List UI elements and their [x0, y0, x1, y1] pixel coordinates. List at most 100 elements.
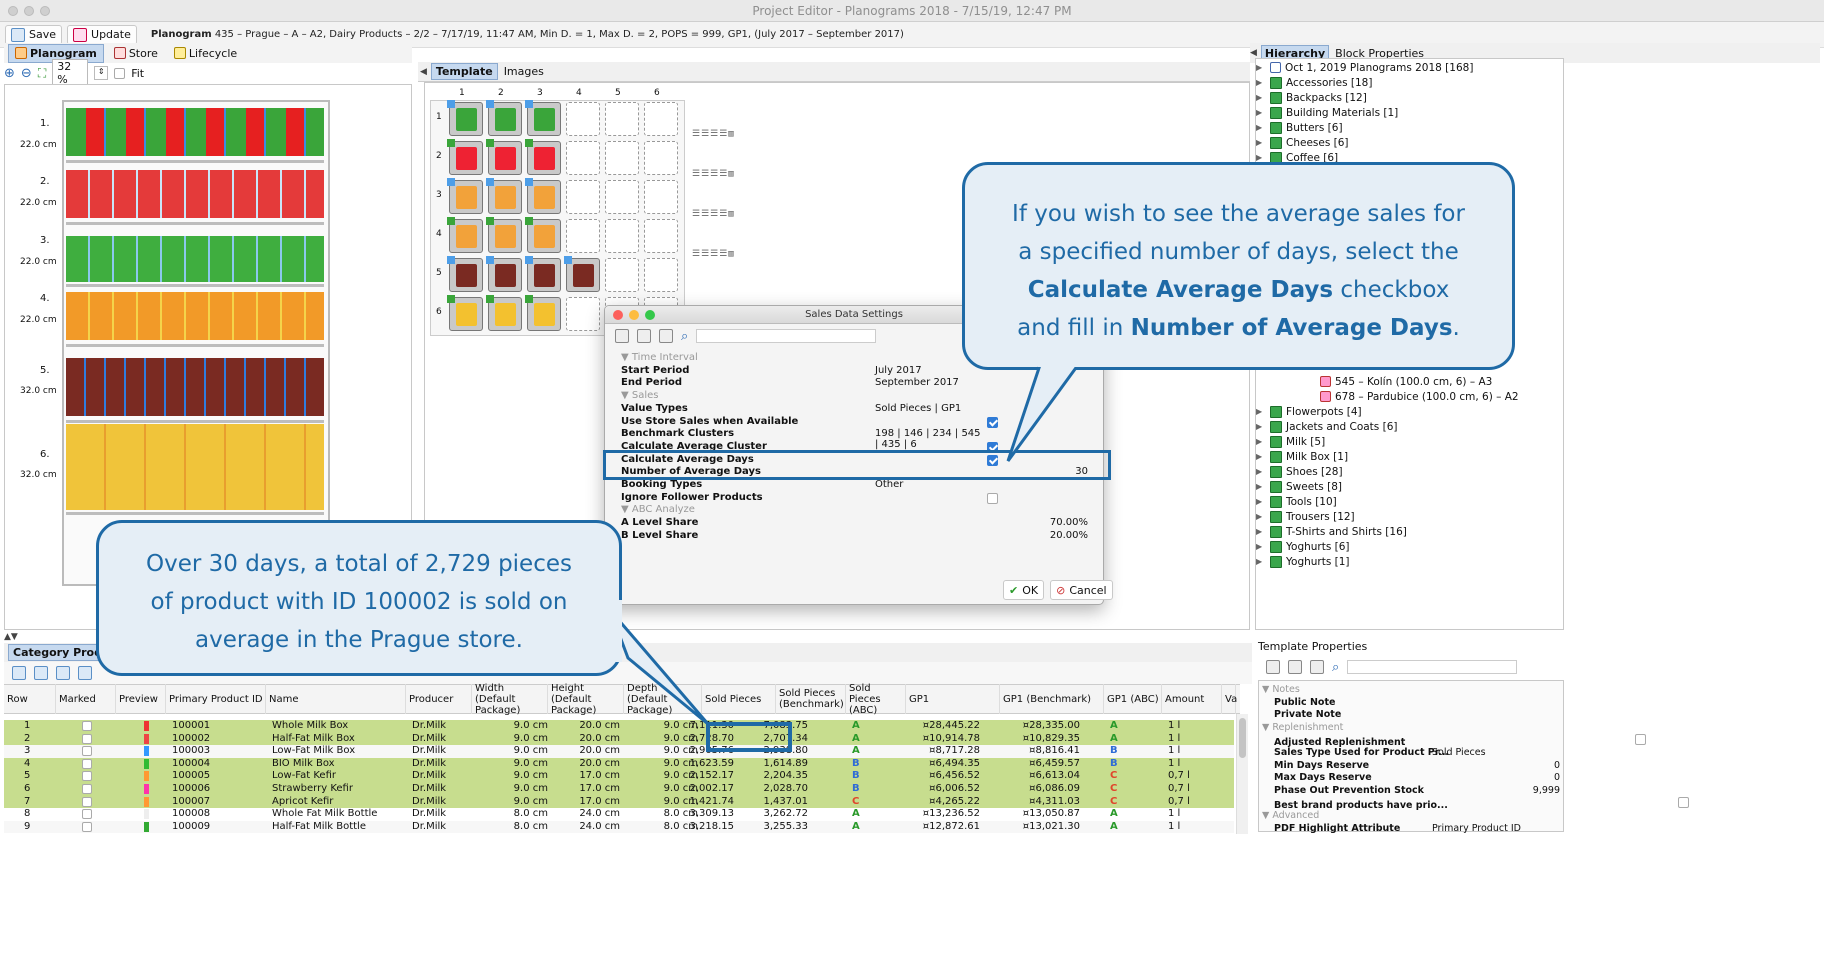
template-property-row[interactable]: Min Days Reserve 0 — [1262, 760, 1562, 772]
template-cell[interactable] — [644, 102, 678, 136]
table-header-10[interactable]: Sold Pieces (Benchmark) — [776, 684, 846, 714]
expand-icon[interactable]: ▶ — [1256, 452, 1266, 461]
template-cell[interactable] — [447, 100, 483, 136]
expand-icon[interactable]: ▶ — [1256, 482, 1266, 491]
template-property-row[interactable]: Sales Type Used for Product Pr... Sold Pi… — [1262, 747, 1562, 759]
template-cell[interactable] — [447, 217, 483, 253]
minimize-window-icon[interactable] — [24, 6, 34, 16]
table-header-4[interactable]: Name — [266, 684, 406, 714]
template-cell[interactable] — [525, 139, 561, 175]
template-cell[interactable] — [566, 180, 600, 214]
template-cell[interactable] — [486, 295, 522, 331]
dialog-close-icon[interactable] — [613, 310, 623, 320]
hierarchy-item[interactable]: ▶ Milk [5] — [1256, 434, 1325, 449]
table-header-6[interactable]: Width (Default Package) — [472, 683, 548, 716]
hierarchy-item[interactable]: ▶ Building Materials [1] — [1256, 105, 1398, 120]
tab-images[interactable]: Images — [498, 63, 550, 80]
expand-icon[interactable]: ▶ — [1256, 138, 1266, 147]
hierarchy-item[interactable]: ▶ Accessories [18] — [1256, 75, 1372, 90]
template-cell[interactable] — [486, 178, 522, 214]
template-cell[interactable] — [486, 256, 522, 292]
expand-icon[interactable]: ▶ — [1256, 108, 1266, 117]
template-cell[interactable] — [566, 219, 600, 253]
hierarchy-planogram-item[interactable]: 545 – Kolín (100.0 cm, 6) – A3 — [1320, 374, 1492, 389]
property-number[interactable]: 9,999 — [1533, 785, 1560, 796]
marked-checkbox[interactable] — [82, 733, 92, 744]
template-cell[interactable] — [447, 178, 483, 214]
dialog-row-number[interactable]: 70.00% — [1050, 517, 1088, 528]
table-header-2[interactable]: Preview — [116, 684, 166, 714]
table-row[interactable]: 4 100004 BIO Milk Box Dr.Milk 9.0 cm 20.0 cm 9… — [4, 757, 1234, 771]
table-header-0[interactable]: Row — [4, 684, 56, 714]
hierarchy-item[interactable]: ▶ Shoes [28] — [1256, 464, 1343, 479]
hierarchy-item[interactable]: ▶ T-Shirts and Shirts [16] — [1256, 524, 1407, 539]
marked-checkbox[interactable] — [82, 721, 92, 731]
expand-icon[interactable]: ▶ — [1256, 407, 1266, 416]
expand-all-icon[interactable] — [1266, 660, 1280, 674]
property-value[interactable]: Primary Product ID — [1432, 823, 1521, 834]
expand-all-icon[interactable] — [615, 329, 629, 343]
property-checkbox[interactable] — [1677, 797, 1689, 809]
search-icon[interactable]: ⌕ — [681, 329, 688, 344]
template-cell[interactable] — [564, 256, 600, 292]
template-property-row[interactable]: Best brand products have prio... — [1262, 797, 1689, 811]
table-row[interactable]: 6 100006 Strawberry Kefir Dr.Milk 9.0 cm 17.0… — [4, 783, 1234, 796]
table-header-14[interactable]: GP1 (ABC) — [1104, 684, 1162, 714]
marked-checkbox[interactable] — [82, 746, 92, 757]
hierarchy-item[interactable]: ▶ Tools [10] — [1256, 494, 1337, 509]
hierarchy-item[interactable]: ▶ Flowerpots [4] — [1256, 404, 1362, 419]
marked-checkbox[interactable] — [82, 821, 92, 832]
hierarchy-item[interactable]: ▶ Cheeses [6] — [1256, 135, 1349, 150]
expand-icon[interactable]: ▶ — [1256, 123, 1266, 132]
table-header-5[interactable]: Producer — [406, 684, 472, 714]
template-cell[interactable] — [644, 141, 678, 175]
table-header-11[interactable]: Sold Pieces (ABC) — [846, 683, 906, 716]
fit-screen-icon[interactable]: ⛶ — [38, 66, 46, 81]
template-cell[interactable] — [605, 141, 639, 175]
hierarchy-planogram-item[interactable]: 678 – Pardubice (100.0 cm, 6) – A2 — [1320, 389, 1519, 404]
hierarchy-item[interactable]: ▶ Yoghurts [6] — [1256, 539, 1350, 554]
zoom-out-icon[interactable]: ⊖ — [21, 66, 32, 81]
expand-icon[interactable]: ▶ — [1256, 497, 1266, 506]
template-cell[interactable] — [447, 256, 483, 292]
property-number[interactable]: 0 — [1554, 772, 1560, 783]
table-row[interactable]: 2 100002 Half-Fat Milk Box Dr.Milk 9.0 cm 20.… — [4, 732, 1234, 746]
template-cell[interactable] — [525, 178, 561, 214]
table-tool-icon[interactable] — [12, 666, 26, 680]
hierarchy-root[interactable]: ▶ Oct 1, 2019 Planograms 2018 [168] — [1256, 60, 1473, 75]
collapse-all-icon[interactable] — [1288, 660, 1302, 674]
hierarchy-item[interactable]: ▶ Yoghurts [1] — [1256, 554, 1350, 569]
expand-icon[interactable]: ▶ — [1256, 527, 1266, 536]
fit-checkbox[interactable] — [114, 67, 126, 79]
cancel-button[interactable]: ⊘ Cancel — [1050, 580, 1113, 600]
expand-icon[interactable]: ▶ — [1256, 78, 1266, 87]
zoom-stepper[interactable]: ⇕ — [94, 66, 109, 80]
expand-icon[interactable]: ▶ — [1256, 467, 1266, 476]
template-cell[interactable] — [447, 139, 483, 175]
template-cell[interactable] — [605, 219, 639, 253]
table-header-13[interactable]: GP1 (Benchmark) — [1000, 684, 1104, 714]
table-header-12[interactable]: GP1 — [906, 684, 1000, 714]
expand-icon[interactable]: ▶ — [1256, 437, 1266, 446]
template-property-row[interactable]: PDF Highlight Attribute Primary Product I… — [1262, 823, 1562, 835]
template-cell[interactable] — [525, 256, 561, 292]
dialog-row[interactable]: Booking Types Other — [621, 479, 1104, 492]
dialog-row[interactable]: A Level Share 70.00% — [621, 517, 1104, 530]
expand-icon[interactable]: ▶ — [1256, 512, 1266, 521]
hierarchy-item[interactable]: ▶ Sweets [8] — [1256, 479, 1342, 494]
dialog-minimize-icon[interactable] — [629, 310, 639, 320]
table-tool-icon[interactable] — [34, 666, 48, 680]
dialog-row-checkbox[interactable] — [987, 416, 998, 428]
hierarchy-item[interactable]: ▶ Backpacks [12] — [1256, 90, 1367, 105]
template-cell[interactable] — [525, 217, 561, 253]
hierarchy-item[interactable]: ▶ Trousers [12] — [1256, 509, 1355, 524]
dialog-row[interactable]: Ignore Follower Products — [621, 492, 1104, 505]
template-cell[interactable] — [605, 180, 639, 214]
marked-checkbox[interactable] — [82, 758, 92, 769]
template-cell[interactable] — [566, 141, 600, 175]
tab-store[interactable]: Store — [108, 45, 164, 62]
table-header-16[interactable]: Va — [1222, 684, 1237, 714]
collapse-all-icon[interactable] — [637, 329, 651, 343]
template-property-row[interactable]: Adjusted Replenishment — [1262, 734, 1647, 748]
clear-icon[interactable] — [659, 329, 673, 343]
